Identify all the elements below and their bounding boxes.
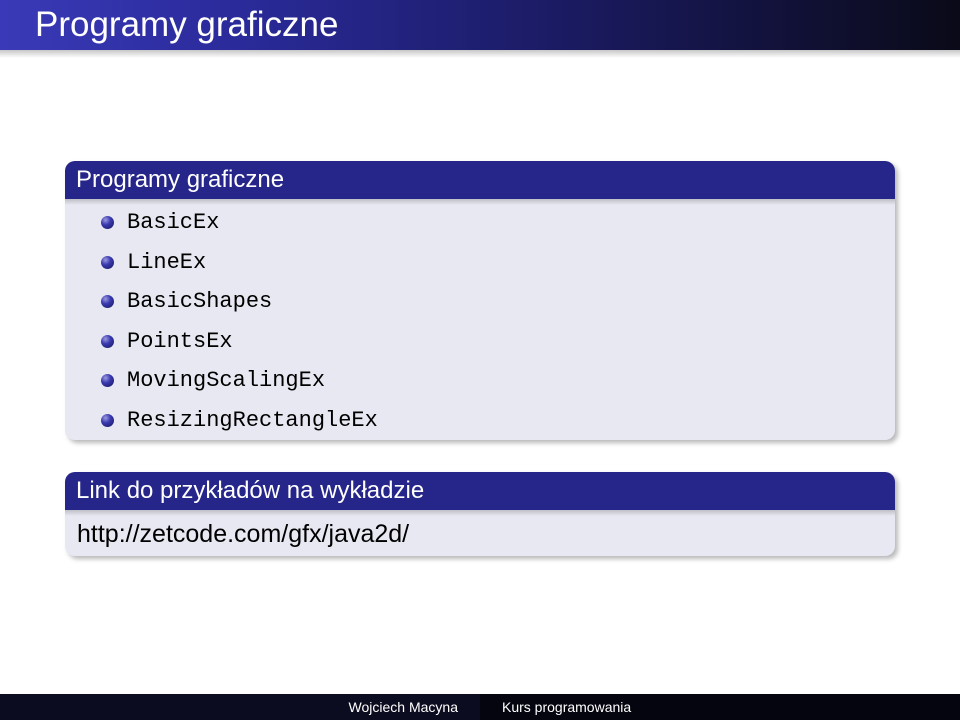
programs-block-body: BasicEx LineEx BasicShapes PointsEx Movi… <box>65 199 895 440</box>
link-block: Link do przykładów na wykładzie http://z… <box>65 472 895 556</box>
bullet-icon <box>101 413 114 427</box>
list-item: PointsEx <box>77 322 885 362</box>
bullet-icon <box>101 374 114 387</box>
bullet-icon <box>101 334 114 348</box>
list-item: LineEx <box>77 243 885 283</box>
footer-author: Wojciech Macyna <box>0 694 480 720</box>
list-item-label: PointsEx <box>127 328 233 354</box>
bullet-icon <box>101 216 114 229</box>
programs-block-title: Programy graficzne <box>65 161 895 205</box>
bullet-icon <box>101 255 114 269</box>
list-item-label: BasicEx <box>127 210 220 235</box>
header-shadow <box>0 50 960 58</box>
programs-list: BasicEx LineEx BasicShapes PointsEx Movi… <box>77 203 885 440</box>
programs-block: Programy graficzne BasicEx LineEx BasicS… <box>65 161 895 440</box>
list-item: BasicEx <box>77 203 885 243</box>
list-item-label: MovingScalingEx <box>127 368 326 393</box>
examples-link[interactable]: http://zetcode.com/gfx/java2d/ <box>77 514 885 554</box>
list-item: MovingScalingEx <box>77 361 885 401</box>
footer-course: Kurs programowania <box>480 694 960 720</box>
list-item: ResizingRectangleEx <box>77 401 885 441</box>
link-block-title: Link do przykładów na wykładzie <box>65 472 895 516</box>
list-item-label: ResizingRectangleEx <box>127 407 378 433</box>
slide-title: Programy graficzne <box>35 5 339 44</box>
bullet-icon <box>101 295 114 308</box>
list-item-label: LineEx <box>127 249 207 275</box>
slide-footer: Wojciech Macyna Kurs programowania <box>0 694 960 720</box>
list-item: BasicShapes <box>77 282 885 322</box>
slide-header: Programy graficzne <box>0 0 960 50</box>
list-item-label: BasicShapes <box>127 289 273 314</box>
link-block-body: http://zetcode.com/gfx/java2d/ <box>65 510 895 556</box>
